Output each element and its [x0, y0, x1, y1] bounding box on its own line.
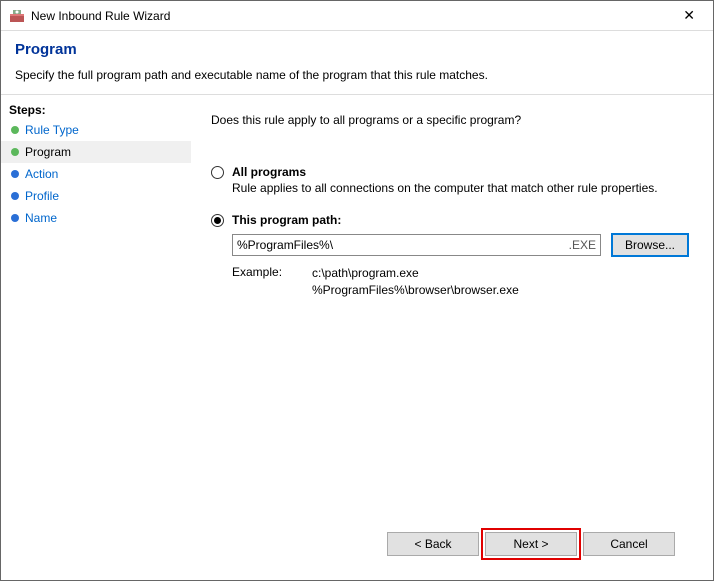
window-title: New Inbound Rule Wizard: [31, 9, 673, 23]
step-rule-type[interactable]: Rule Type: [1, 119, 191, 141]
bullet-icon: [11, 170, 19, 178]
bullet-icon: [11, 148, 19, 156]
example-label: Example:: [232, 265, 312, 299]
browse-button[interactable]: Browse...: [611, 233, 689, 257]
example-line-1: c:\path\program.exe: [312, 265, 519, 282]
radio-all-programs[interactable]: All programs: [211, 165, 689, 179]
cancel-button[interactable]: Cancel: [583, 532, 675, 556]
radio-path-label: This program path:: [232, 213, 341, 227]
step-action[interactable]: Action: [1, 163, 191, 185]
example-row: Example: c:\path\program.exe %ProgramFil…: [232, 265, 689, 299]
bullet-icon: [11, 126, 19, 134]
program-path-input[interactable]: %ProgramFiles%\ .EXE: [232, 234, 601, 256]
footer-buttons: < Back Next > Cancel: [211, 522, 689, 570]
step-name[interactable]: Name: [1, 207, 191, 229]
close-icon[interactable]: ✕: [673, 5, 705, 26]
content-pane: Does this rule apply to all programs or …: [191, 95, 713, 580]
step-profile[interactable]: Profile: [1, 185, 191, 207]
main-area: Steps: Rule Type Program Action Profile …: [1, 94, 713, 580]
next-button[interactable]: Next >: [485, 532, 577, 556]
bullet-icon: [11, 214, 19, 222]
firewall-icon: [9, 8, 25, 24]
wizard-window: New Inbound Rule Wizard ✕ Program Specif…: [0, 0, 714, 581]
step-label: Rule Type: [25, 123, 79, 137]
steps-heading: Steps:: [1, 99, 191, 119]
radio-icon: [211, 214, 224, 227]
page-description: Specify the full program path and execut…: [15, 68, 699, 82]
radio-all-desc: Rule applies to all connections on the c…: [232, 181, 689, 195]
page-title: Program: [15, 41, 699, 58]
radio-all-label: All programs: [232, 165, 306, 179]
step-label: Name: [25, 211, 57, 225]
path-extension: .EXE: [569, 238, 596, 252]
path-value: %ProgramFiles%\: [237, 238, 569, 252]
back-button[interactable]: < Back: [387, 532, 479, 556]
question-text: Does this rule apply to all programs or …: [211, 113, 689, 127]
step-program[interactable]: Program: [1, 141, 191, 163]
step-label: Program: [25, 145, 71, 159]
titlebar: New Inbound Rule Wizard ✕: [1, 1, 713, 31]
example-line-2: %ProgramFiles%\browser\browser.exe: [312, 282, 519, 299]
step-label: Action: [25, 167, 58, 181]
example-paths: c:\path\program.exe %ProgramFiles%\brows…: [312, 265, 519, 299]
radio-icon: [211, 166, 224, 179]
steps-sidebar: Steps: Rule Type Program Action Profile …: [1, 95, 191, 580]
bullet-icon: [11, 192, 19, 200]
path-row: %ProgramFiles%\ .EXE Browse...: [232, 233, 689, 257]
radio-this-program[interactable]: This program path:: [211, 213, 689, 227]
header-area: Program Specify the full program path an…: [1, 31, 713, 94]
step-label: Profile: [25, 189, 59, 203]
